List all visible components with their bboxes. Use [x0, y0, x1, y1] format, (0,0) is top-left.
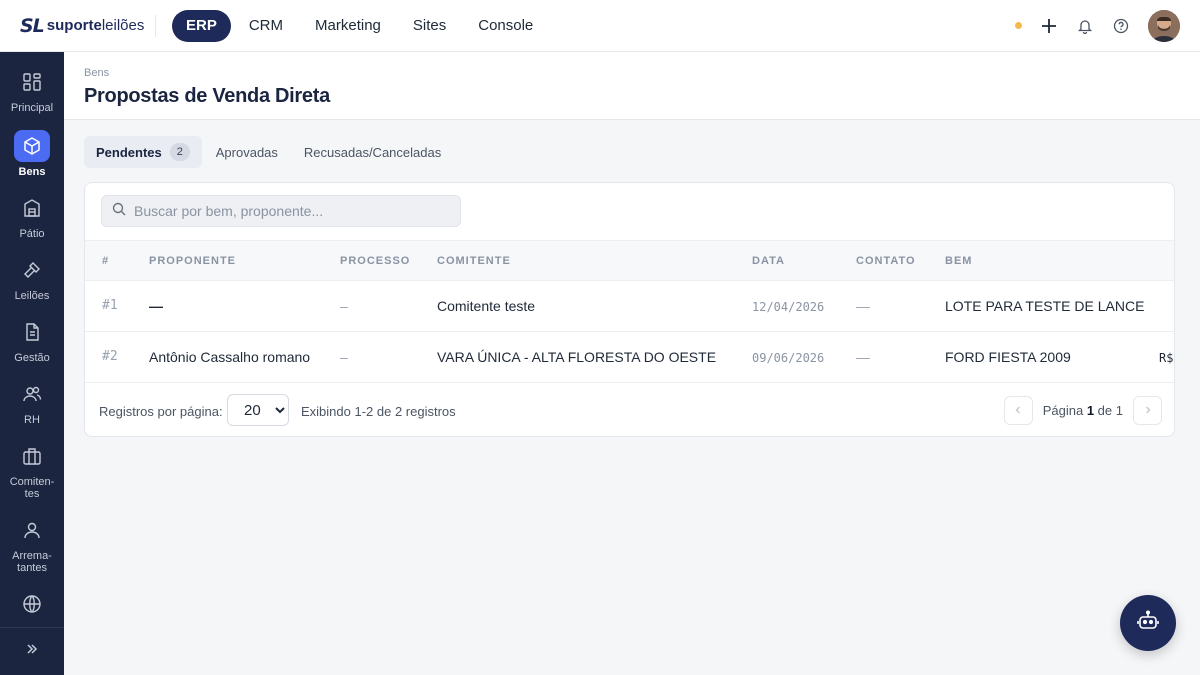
brand-logo[interactable]: SL suporte leilões [0, 14, 156, 37]
records-info: Exibindo 1-2 de 2 registros [301, 404, 456, 419]
col-proponente: PROPONENTE [149, 255, 237, 267]
robot-icon [1136, 609, 1160, 638]
col-contato: CONTATO [856, 255, 916, 267]
sidebar-item-bens[interactable]: Bens [0, 130, 64, 178]
help-icon[interactable] [1112, 17, 1130, 35]
page-indicator: Página 1 de 1 [1042, 403, 1123, 418]
sidebar-item-arrematantes[interactable]: Arrema-tantes [0, 514, 64, 574]
col-data: DATA [752, 255, 785, 267]
globe-icon [14, 588, 50, 620]
document-icon [14, 316, 50, 348]
brand-name-light: leilões [101, 17, 145, 34]
grid-icon [14, 66, 50, 98]
row-index: #1 [102, 298, 118, 313]
sidebar-expand-button[interactable] [0, 627, 64, 675]
row-bem: FORD FIESTA 2009 [945, 349, 1071, 365]
assistant-bot-button[interactable] [1120, 595, 1176, 651]
plus-icon[interactable] [1040, 17, 1058, 35]
col-comitente: COMITENTE [437, 255, 511, 267]
nav-sites[interactable]: Sites [399, 10, 460, 42]
sidebar: Principal Bens Pátio Leilões Gestão RH C… [0, 52, 64, 675]
chevrons-right-icon [25, 642, 39, 661]
sidebar-item-comitentes[interactable]: Comiten-tes [0, 440, 64, 500]
row-processo: – [340, 349, 348, 365]
chevron-right-icon [1143, 403, 1153, 418]
tab-pendentes[interactable]: Pendentes 2 [84, 136, 202, 168]
main-nav: ERP CRM Marketing Sites Console [172, 9, 547, 42]
nav-erp[interactable]: ERP [172, 9, 231, 42]
sidebar-item-sites[interactable] [0, 588, 64, 624]
row-data: 09/06/2026 [752, 351, 825, 365]
per-page-label: Registros por página: [99, 404, 223, 419]
proposals-card: # PROPONENTE PROCESSO COMITENTE DATA CON… [84, 182, 1175, 437]
row-contato: — [856, 349, 870, 365]
row-proponente: Antônio Cassalho romano [149, 349, 311, 365]
row-data: 12/04/2026 [752, 300, 825, 314]
tab-recusadas[interactable]: Recusadas/Canceladas [292, 136, 453, 168]
pagination: Página 1 de 1 [1003, 396, 1162, 425]
sidebar-item-patio[interactable]: Pátio [0, 192, 64, 240]
nav-marketing[interactable]: Marketing [301, 10, 395, 42]
next-page-button[interactable] [1133, 396, 1162, 425]
row-proponente: — [149, 298, 163, 314]
chevron-left-icon [1013, 403, 1023, 418]
sidebar-item-gestao[interactable]: Gestão [0, 316, 64, 364]
users-icon [14, 378, 50, 410]
gavel-icon [14, 254, 50, 286]
nav-crm[interactable]: CRM [235, 10, 297, 42]
table-footer: Registros por página: 20 Exibindo 1-2 de… [85, 387, 1174, 436]
user-icon [14, 514, 50, 546]
per-page-select[interactable]: 20 [227, 394, 289, 426]
count-badge: 2 [169, 143, 190, 161]
top-actions [1015, 9, 1200, 42]
col-index: # [102, 255, 110, 267]
sidebar-item-principal[interactable]: Principal [0, 66, 64, 114]
row-processo: – [340, 298, 348, 314]
tab-aprovadas[interactable]: Aprovadas [204, 136, 290, 168]
status-tabs: Pendentes 2 Aprovadas Recusadas/Cancelad… [84, 136, 453, 168]
table-header: # PROPONENTE PROCESSO COMITENTE DATA CON… [85, 240, 1174, 281]
briefcase-icon [14, 440, 50, 472]
top-bar: SL suporte leilões ERP CRM Marketing Sit… [0, 0, 1200, 52]
row-value-truncated: R$ [1159, 351, 1174, 365]
prev-page-button[interactable] [1003, 396, 1033, 425]
row-bem: LOTE PARA TESTE DE LANCE [945, 298, 1145, 314]
status-dot [1015, 22, 1022, 29]
user-avatar[interactable] [1148, 9, 1180, 42]
col-processo: PROCESSO [340, 255, 411, 267]
sidebar-item-leiloes[interactable]: Leilões [0, 254, 64, 302]
brand-mark: SL [20, 14, 45, 37]
warehouse-icon [14, 192, 50, 224]
search-input[interactable] [134, 203, 434, 219]
row-comitente: Comitente teste [437, 298, 536, 314]
row-index: #2 [102, 349, 118, 364]
breadcrumb[interactable]: Bens [84, 67, 109, 79]
page-header: Bens Propostas de Venda Direta [64, 52, 1200, 120]
row-contato: — [856, 298, 870, 314]
cube-icon [14, 130, 50, 162]
col-bem: BEM [945, 255, 973, 267]
table-row[interactable]: #2 Antônio Cassalho romano – VARA ÚNICA … [85, 332, 1174, 383]
nav-console[interactable]: Console [464, 10, 547, 42]
bell-icon[interactable] [1076, 17, 1094, 35]
table-row[interactable]: #1 — – Comitente teste 12/04/2026 — LOTE… [85, 281, 1174, 332]
search-box [101, 195, 461, 227]
page-title: Propostas de Venda Direta [84, 85, 330, 107]
row-comitente: VARA ÚNICA - ALTA FLORESTA DO OESTE [437, 349, 717, 365]
brand-name-bold: suporte [46, 17, 102, 34]
sidebar-item-rh[interactable]: RH [0, 378, 64, 426]
search-icon [112, 202, 126, 221]
